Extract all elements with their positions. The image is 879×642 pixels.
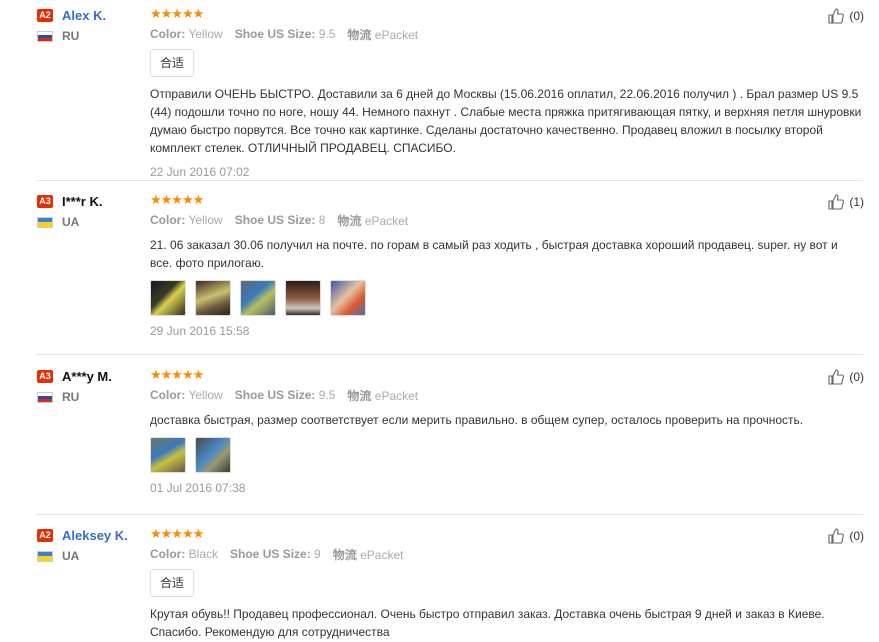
review-text: Крутая обувь!! Продавец профессионал. Оч…: [150, 607, 825, 639]
size-value: 9: [314, 547, 321, 561]
thumbs-up-icon: [828, 528, 845, 544]
reviewer-country: UA: [62, 215, 80, 229]
purchase-attributes: Color: Yellow Shoe US Size: 8 物流 ePacket: [150, 212, 862, 228]
helpful-count: (0): [849, 529, 864, 543]
color-value: Black: [188, 547, 219, 561]
reviewer-country: UA: [62, 549, 80, 563]
color-label: Color:: [150, 27, 186, 41]
review-photo[interactable]: [150, 437, 186, 473]
purchase-attributes: Color: Yellow Shoe US Size: 9.5 物流 ePack…: [150, 26, 862, 42]
flag-ru-icon: [37, 391, 53, 403]
shipping-value: ePacket: [374, 27, 419, 42]
review-text: доставка быстрая, размер соответствует е…: [150, 413, 804, 427]
fit-tag: 合适: [150, 569, 195, 597]
reviewer-info: A2 Alex K. RU: [37, 7, 142, 43]
size-value: 8: [318, 213, 326, 227]
review-photo[interactable]: [150, 280, 186, 316]
reviewer-name[interactable]: Alex K.: [62, 8, 106, 23]
reviewer-info: A2 Aleksey K. UA: [37, 527, 142, 563]
review-photo[interactable]: [195, 280, 231, 316]
review-photo[interactable]: [285, 280, 321, 316]
color-label: Color:: [150, 213, 186, 227]
flag-ua-icon: [37, 216, 53, 228]
size-value: 9.5: [318, 388, 336, 402]
color-value: Yellow: [188, 213, 223, 227]
reviewer-name: A***y M.: [62, 368, 112, 384]
review-date: 29 Jun 2016 15:58: [150, 324, 250, 338]
helpful-button[interactable]: (0): [827, 7, 864, 25]
purchase-attributes: Color: Black Shoe US Size: 9 物流 ePacket: [150, 546, 862, 562]
helpful-button[interactable]: (0): [827, 527, 864, 545]
review-text: 21. 06 заказал 30.06 получил на почте. п…: [150, 238, 838, 270]
review-body: ★★★★★ Color: Yellow Shoe US Size: 8 物流 e…: [150, 193, 862, 338]
shipping-label: 物流: [337, 213, 362, 228]
level-badge: A2: [37, 8, 53, 22]
review-photo[interactable]: [240, 280, 276, 316]
color-value: Yellow: [188, 27, 223, 41]
flag-ua-icon: [37, 550, 53, 562]
reviewer-info: A3 I***r K. UA: [37, 193, 142, 229]
thumbs-up-icon: [828, 8, 845, 24]
color-value: Yellow: [188, 388, 223, 402]
review-body: ★★★★★ Color: Yellow Shoe US Size: 9.5 物流…: [150, 368, 862, 495]
helpful-button[interactable]: (0): [827, 368, 864, 386]
review-photos: [150, 437, 862, 473]
shipping-value: ePacket: [374, 388, 419, 403]
fit-tag: 合适: [150, 49, 195, 77]
size-value: 9.5: [318, 27, 336, 41]
size-label: Shoe US Size:: [230, 547, 311, 561]
color-label: Color:: [150, 388, 186, 402]
review-date: 22 Jun 2016 07:02: [150, 165, 250, 179]
shipping-value: ePacket: [364, 213, 409, 228]
helpful-count: (0): [849, 9, 864, 23]
star-rating: ★★★★★: [150, 192, 204, 207]
reviewer-country: RU: [62, 390, 80, 404]
star-rating: ★★★★★: [150, 367, 204, 382]
thumbs-up-icon: [828, 369, 845, 385]
helpful-count: (0): [849, 370, 864, 384]
size-label: Shoe US Size:: [234, 27, 316, 41]
divider: [36, 354, 863, 355]
star-rating: ★★★★★: [150, 6, 204, 21]
purchase-attributes: Color: Yellow Shoe US Size: 9.5 物流 ePack…: [150, 387, 862, 403]
level-badge: A3: [37, 369, 53, 383]
level-badge: A3: [37, 194, 53, 208]
shipping-label: 物流: [347, 27, 372, 42]
shipping-label: 物流: [347, 388, 372, 403]
review-photo[interactable]: [330, 280, 366, 316]
reviewer-name[interactable]: Aleksey K.: [62, 528, 128, 543]
color-label: Color:: [150, 547, 186, 561]
reviewer-info: A3 A***y M. RU: [37, 368, 142, 404]
review-photos: [150, 280, 862, 316]
shipping-label: 物流: [332, 547, 357, 562]
reviewer-name: I***r K.: [62, 193, 103, 209]
divider: [36, 180, 863, 181]
review-body: ★★★★★ Color: Yellow Shoe US Size: 9.5 物流…: [150, 7, 862, 179]
size-label: Shoe US Size:: [234, 388, 316, 402]
size-label: Shoe US Size:: [234, 213, 316, 227]
reviewer-country: RU: [62, 29, 80, 43]
review-text: Отправили ОЧЕНЬ БЫСТРО. Доставили за 6 д…: [150, 87, 862, 155]
level-badge: A2: [37, 528, 53, 542]
helpful-count: (1): [849, 195, 864, 209]
star-rating: ★★★★★: [150, 526, 204, 541]
thumbs-up-icon: [828, 194, 845, 210]
review-date: 01 Jul 2016 07:38: [150, 481, 246, 495]
review-body: ★★★★★ Color: Black Shoe US Size: 9 物流 eP…: [150, 527, 862, 641]
review-photo[interactable]: [195, 437, 231, 473]
shipping-value: ePacket: [360, 547, 404, 562]
flag-ru-icon: [37, 30, 53, 42]
helpful-button[interactable]: (1): [827, 193, 864, 211]
divider: [36, 514, 863, 515]
